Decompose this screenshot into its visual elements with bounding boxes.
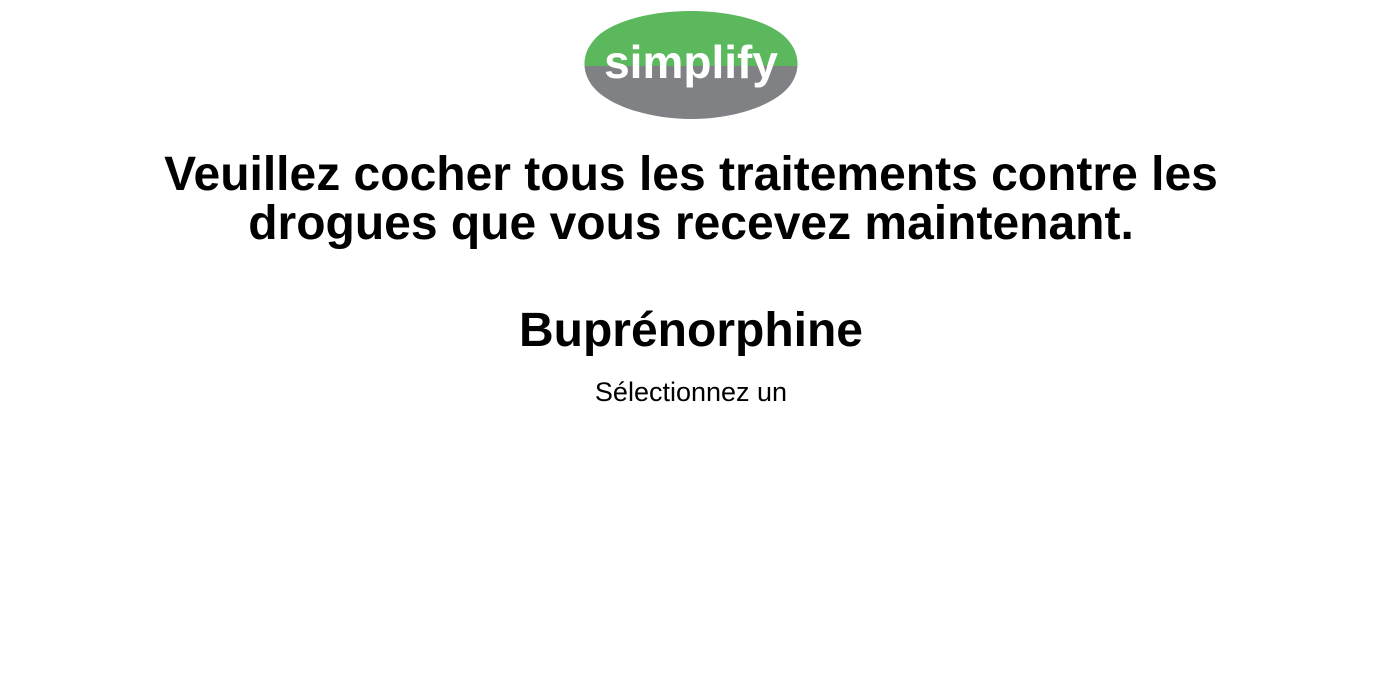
select-prompt: Sélectionnez un <box>594 377 788 407</box>
page: simplify Veuillez cocher tous les traite… <box>0 0 1382 683</box>
question-line-1: Veuillez cocher tous les traitements con… <box>164 148 1218 201</box>
question-heading: Veuillez cocher tous les traitements con… <box>0 150 1382 248</box>
logo-wordmark: simplify <box>604 36 778 88</box>
question-line-2: drogues que vous recevez maintenant. <box>248 197 1134 250</box>
simplify-logo: simplify <box>583 10 799 120</box>
drug-name-heading: Buprénorphine <box>519 304 863 357</box>
